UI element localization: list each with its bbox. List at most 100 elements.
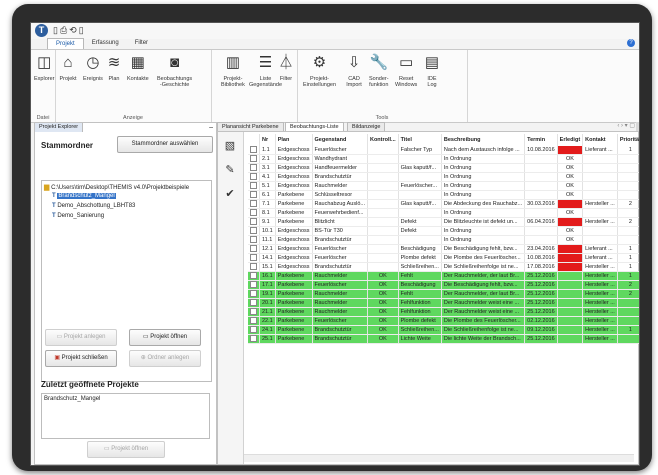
ribbon-button-library[interactable]: ▥ Projekt- Bibliothek — [221, 54, 245, 88]
table-cell — [248, 190, 260, 200]
table-row[interactable]: 21.1 Parkebene Rauchmelder OK Fehlfunktion De… — [248, 307, 639, 317]
table-cell-kontroll — [367, 163, 399, 173]
row-checkbox[interactable] — [250, 209, 257, 217]
row-checkbox[interactable] — [250, 155, 257, 163]
edit-pencil-icon[interactable]: ✎ — [222, 162, 238, 178]
ribbon-button-window[interactable]: ▭ Reset Windows — [395, 54, 417, 88]
row-checkbox[interactable] — [250, 308, 257, 316]
close-project-button[interactable]: ▣ Projekt schließen — [45, 350, 117, 367]
create-folder-button[interactable]: ⊕ Ordner anlegen — [129, 350, 201, 367]
horizontal-scrollbar[interactable] — [244, 454, 634, 462]
table-cell-titel: Defekt — [398, 217, 442, 227]
app-logo-icon[interactable]: T — [35, 24, 48, 37]
table-row[interactable]: 9.1 Parkebene Blitzlicht Defekt Die Blitzleu… — [248, 217, 639, 227]
table-row[interactable]: 3.1 Erdgeschoss Handfeuermelder Glas kaputt… — [248, 163, 639, 173]
ribbon-button-layers[interactable]: ≋ Plan — [105, 54, 123, 82]
row-checkbox[interactable] — [250, 227, 257, 235]
table-row[interactable]: 6.1 Parkebene Schlüsseltresor In Ordnung OK — [248, 190, 639, 200]
row-checkbox[interactable] — [250, 335, 257, 343]
create-project-button[interactable]: ▭ Projekt anlegen — [45, 329, 117, 346]
select-root-folder-button[interactable]: Stammordner auswählen — [117, 136, 213, 153]
ribbon-button-contacts[interactable]: ▦ Kontakte — [127, 54, 149, 82]
recent-project-item[interactable]: Brandschutz_Mangel — [44, 396, 207, 402]
row-checkbox[interactable] — [250, 272, 257, 280]
row-checkbox[interactable] — [250, 146, 257, 154]
column-header[interactable]: Kontakt — [582, 134, 618, 146]
tab-project-explorer[interactable]: Projekt Explorer — [35, 123, 84, 132]
row-checkbox[interactable] — [250, 218, 257, 226]
column-header[interactable]: Plan — [275, 134, 313, 146]
column-header[interactable]: Titel — [398, 134, 442, 146]
tree-project-item[interactable]: T Brandschutz_Mangel — [52, 193, 116, 199]
ribbon-button-clock[interactable]: ◷ Ereignis — [83, 54, 103, 82]
table-row[interactable]: 7.1 Parkebene Rauchabzug Auslö... Glas kapu… — [248, 199, 639, 209]
ribbon-button-history[interactable]: ◙ Beobachtungs -Geschichte — [157, 54, 192, 88]
row-checkbox[interactable] — [250, 191, 257, 199]
table-row[interactable]: 17.1 Parkebene Feuerlöscher OK Beschädigung D… — [248, 280, 639, 290]
tree-project-item[interactable]: T Demo_Sanierung — [52, 213, 104, 219]
tab-erfassung[interactable]: Erfassung — [84, 38, 127, 49]
ribbon-button-home[interactable]: ⌂ Projekt — [59, 54, 77, 82]
table-row[interactable]: 15.1 Erdgeschoss Brandschutztür Schließreih… — [248, 262, 639, 272]
table-row[interactable]: 4.1 Erdgeschoss Brandschutztür In Ordnung OK — [248, 172, 639, 182]
ribbon-button-log[interactable]: ▤ IDE Log — [423, 54, 441, 88]
table-row[interactable]: 10.1 Erdgeschoss BS-Tür T30 Defekt In Ordnun… — [248, 226, 639, 236]
row-checkbox[interactable] — [250, 326, 257, 334]
quick-access-toolbar[interactable]: ▯⎙⟲▯ — [53, 25, 86, 36]
ribbon-button-settings[interactable]: ⚙ Projekt- Einstellungen — [303, 54, 336, 88]
table-cell-plan: Erdgeschoss — [275, 172, 313, 182]
table-row[interactable]: 5.1 Erdgeschoss Rauchmelder Feuerlöscher...… — [248, 181, 639, 191]
tab-nav-arrows-icon[interactable]: ‹ › ▾ ▢ — [617, 122, 635, 129]
column-header[interactable] — [248, 134, 260, 146]
table-row[interactable]: 24.1 Parkebene Brandschutztür OK Schließreih… — [248, 325, 639, 335]
tab-filter[interactable]: Filter — [127, 38, 156, 49]
column-header[interactable]: Gegenstand — [312, 134, 368, 146]
table-row[interactable]: 2.1 Erdgeschoss Wandhydrant In Ordnung OK — [248, 154, 639, 164]
row-checkbox[interactable] — [250, 254, 257, 262]
row-checkbox[interactable] — [250, 281, 257, 289]
open-project-button[interactable]: ▭ Projekt öffnen — [129, 329, 201, 346]
help-icon[interactable]: ? — [627, 39, 635, 47]
row-checkbox[interactable] — [250, 164, 257, 172]
export-icon[interactable]: ▧ — [222, 138, 238, 154]
column-header[interactable]: Priorität — [617, 134, 639, 146]
row-checkbox[interactable] — [250, 245, 257, 253]
ribbon-button-import[interactable]: ⇩ CAD Import — [345, 54, 363, 88]
tree-project-item[interactable]: T Demo_Abschottung_LBHT83 — [52, 203, 135, 209]
table-row[interactable]: 1.1 Erdgeschoss Feuerlöscher Falscher Typ Na… — [248, 146, 639, 155]
table-row[interactable]: 20.1 Parkebene Rauchmelder OK Fehlfunktion De… — [248, 298, 639, 308]
tab-projekt[interactable]: Projekt — [47, 38, 84, 49]
column-header[interactable]: Termin — [524, 134, 558, 146]
minimize-panel-icon[interactable]: – — [209, 123, 213, 132]
ribbon-button-wrench[interactable]: 🔧 Sonder-funktion — [369, 54, 389, 88]
open-recent-project-button[interactable]: ▭ Projekt öffnen — [87, 441, 165, 458]
table-row[interactable]: 8.1 Parkebene Feuerwehrbedienf... In Ordnun… — [248, 208, 639, 218]
table-row[interactable]: 14.1 Erdgeschoss Feuerlöscher Plombe defekt… — [248, 253, 639, 263]
row-checkbox[interactable] — [250, 200, 257, 208]
table-row[interactable]: 16.1 Parkebene Rauchmelder OK Fehlt Der Rauch… — [248, 271, 639, 281]
table-row[interactable]: 19.1 Parkebene Rauchmelder OK Fehlt Der Rauch… — [248, 289, 639, 299]
table-row[interactable]: 25.1 Parkebene Brandschutztür OK Lichte Weit… — [248, 334, 639, 344]
column-header[interactable]: Kontroll... — [367, 134, 399, 146]
table-cell-plan: Erdgeschoss — [275, 146, 313, 155]
row-checkbox[interactable] — [250, 173, 257, 181]
table-row[interactable]: 11.1 Erdgeschoss Brandschutztür In Ordnung O… — [248, 235, 639, 245]
row-checkbox[interactable] — [250, 299, 257, 307]
column-header[interactable]: Erledigt — [557, 134, 584, 146]
tree-root-folder[interactable]: ▆ C:\Users\tim\Desktop\THEMIS v4.0\Proje… — [44, 183, 189, 191]
tree-project-label: Demo_Sanierung — [57, 213, 105, 219]
ribbon-button-filter[interactable]: ⏃ Filter — [277, 54, 295, 82]
table-row[interactable]: 12.1 Erdgeschoss Feuerlöscher Beschädigung D… — [248, 244, 639, 254]
table-row[interactable]: 22.1 Parkebene Feuerlöscher OK Plombe defekt… — [248, 316, 639, 326]
ribbon-button-explorer[interactable]: ◫ Explorer — [34, 54, 54, 82]
row-checkbox[interactable] — [250, 263, 257, 271]
row-checkbox[interactable] — [250, 182, 257, 190]
row-checkbox[interactable] — [250, 236, 257, 244]
checkmark-icon[interactable]: ✔ — [222, 186, 238, 202]
table-cell — [248, 334, 260, 344]
row-checkbox[interactable] — [250, 290, 257, 298]
column-header[interactable]: Nr — [259, 134, 276, 146]
table-cell-titel: Fehlt — [398, 289, 442, 299]
row-checkbox[interactable] — [250, 317, 257, 325]
column-header[interactable]: Beschreibung — [441, 134, 526, 146]
